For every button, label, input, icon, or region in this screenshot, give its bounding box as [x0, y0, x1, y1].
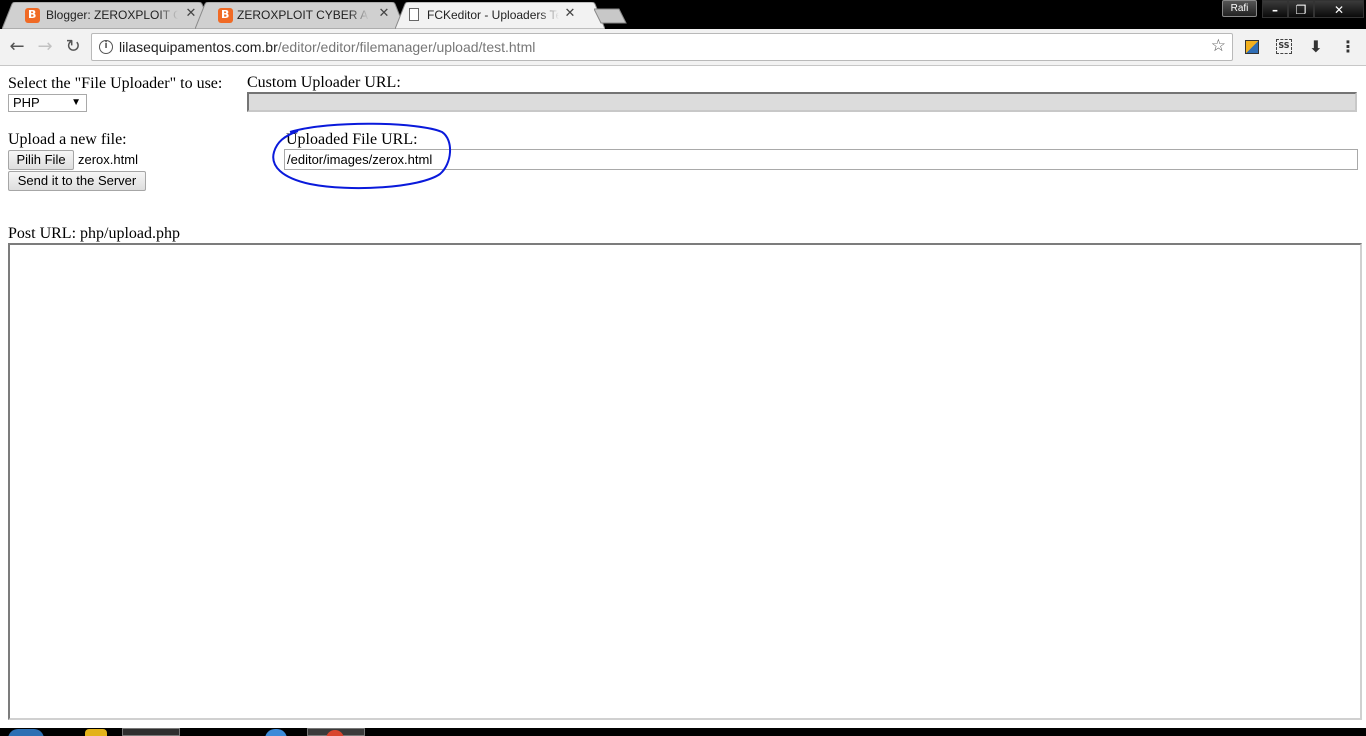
- restore-icon: ❐: [1295, 3, 1307, 17]
- tab-fckeditor[interactable]: FCKeditor - Uploaders Te ✕: [395, 2, 605, 29]
- menu-dots-icon[interactable]: ⋮: [1338, 37, 1358, 57]
- page-content: Select the "File Uploader" to use: PHP ▼…: [0, 67, 1366, 736]
- url-path: /editor/editor/filemanager/upload/test.h…: [277, 39, 536, 55]
- document-icon: [409, 8, 419, 21]
- bookmark-star-icon[interactable]: ☆: [1211, 36, 1226, 56]
- custom-url-label: Custom Uploader URL:: [247, 74, 401, 91]
- screenshot-extension-icon[interactable]: SS: [1274, 37, 1294, 57]
- url-text: lilasequipamentos.com.br/editor/editor/f…: [119, 39, 535, 55]
- download-icon[interactable]: ⬇: [1306, 37, 1326, 57]
- custom-url-input[interactable]: [247, 92, 1357, 112]
- info-icon[interactable]: i: [99, 40, 113, 54]
- reload-icon[interactable]: ↻: [63, 37, 83, 57]
- choose-file-button[interactable]: Pilih File: [8, 150, 74, 170]
- upload-file-label: Upload a new file:: [8, 131, 127, 148]
- tab-title: Blogger: ZEROXPLOIT CY: [46, 8, 178, 22]
- chosen-file-name: zerox.html: [78, 152, 138, 167]
- profile-button[interactable]: Rafi: [1222, 0, 1257, 17]
- highlight-circle-annotation: [272, 122, 451, 190]
- taskbar: [0, 728, 1366, 736]
- back-arrow-icon[interactable]: ←: [7, 37, 27, 57]
- extension-cube-icon[interactable]: [1242, 37, 1262, 57]
- taskbar-folder-icon[interactable]: [85, 729, 107, 736]
- close-tab-icon[interactable]: ✕: [377, 7, 391, 21]
- start-button[interactable]: [8, 729, 44, 736]
- browser-toolbar: ← → ↻ i lilasequipamentos.com.br/editor/…: [0, 29, 1366, 66]
- tab-zeroxploit[interactable]: ZEROXPLOIT CYBER ARM ✕: [195, 2, 405, 29]
- new-tab-button[interactable]: [594, 8, 628, 24]
- tab-title: FCKeditor - Uploaders Te: [427, 8, 559, 22]
- uploader-select[interactable]: PHP ▼: [8, 94, 87, 112]
- minimize-icon: –: [1272, 3, 1278, 17]
- blogger-icon: [218, 8, 233, 23]
- uploader-select-value: PHP: [13, 95, 40, 110]
- browser-title-bar: Blogger: ZEROXPLOIT CY ✕ ZEROXPLOIT CYBE…: [0, 0, 1366, 29]
- upload-result-frame: [8, 243, 1362, 720]
- select-uploader-label: Select the "File Uploader" to use:: [8, 75, 223, 92]
- restore-button[interactable]: ❐: [1288, 0, 1314, 18]
- minimize-button[interactable]: –: [1262, 0, 1288, 18]
- send-to-server-button[interactable]: Send it to the Server: [8, 171, 146, 191]
- chrome-icon: [326, 730, 344, 736]
- taskbar-browser-icon[interactable]: [265, 729, 287, 736]
- post-url-label: Post URL: php/upload.php: [8, 225, 181, 242]
- close-window-button[interactable]: ✕: [1314, 0, 1364, 18]
- close-icon: ✕: [1333, 3, 1345, 17]
- close-tab-icon[interactable]: ✕: [563, 7, 577, 21]
- tab-blogger[interactable]: Blogger: ZEROXPLOIT CY ✕: [2, 2, 212, 29]
- dropdown-arrow-icon: ▼: [71, 97, 81, 108]
- address-bar[interactable]: i lilasequipamentos.com.br/editor/editor…: [91, 33, 1233, 61]
- forward-arrow-icon[interactable]: →: [35, 37, 55, 57]
- url-host: lilasequipamentos.com.br: [119, 39, 278, 55]
- taskbar-app-button[interactable]: [122, 728, 180, 736]
- blogger-icon: [25, 8, 40, 23]
- taskbar-chrome-button[interactable]: [307, 728, 365, 736]
- tab-title: ZEROXPLOIT CYBER ARM: [237, 8, 369, 22]
